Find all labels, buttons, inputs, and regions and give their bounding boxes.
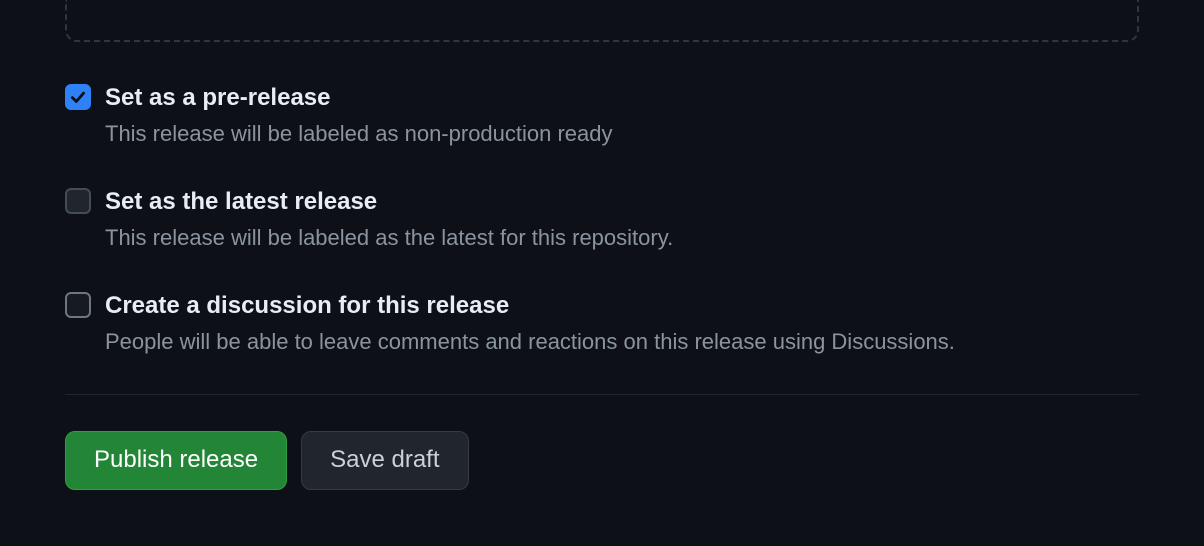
prerelease-description: This release will be labeled as non-prod… <box>105 119 613 150</box>
option-text: Create a discussion for this release Peo… <box>105 290 955 358</box>
option-text: Set as a pre-release This release will b… <box>105 82 613 150</box>
save-draft-button[interactable]: Save draft <box>301 431 468 490</box>
release-options: Set as a pre-release This release will b… <box>0 42 1204 358</box>
discussion-label[interactable]: Create a discussion for this release <box>105 290 955 321</box>
discussion-checkbox[interactable] <box>65 292 91 318</box>
action-buttons: Publish release Save draft <box>0 395 1204 526</box>
attachment-dropzone[interactable] <box>65 0 1139 42</box>
prerelease-label[interactable]: Set as a pre-release <box>105 82 613 113</box>
publish-release-button[interactable]: Publish release <box>65 431 287 490</box>
option-prerelease: Set as a pre-release This release will b… <box>65 82 1139 150</box>
latest-label[interactable]: Set as the latest release <box>105 186 673 217</box>
latest-checkbox[interactable] <box>65 188 91 214</box>
discussion-description: People will be able to leave comments an… <box>105 327 955 358</box>
option-text: Set as the latest release This release w… <box>105 186 673 254</box>
option-discussion: Create a discussion for this release Peo… <box>65 290 1139 358</box>
latest-description: This release will be labeled as the late… <box>105 223 673 254</box>
check-icon <box>69 88 87 106</box>
option-latest: Set as the latest release This release w… <box>65 186 1139 254</box>
prerelease-checkbox[interactable] <box>65 84 91 110</box>
